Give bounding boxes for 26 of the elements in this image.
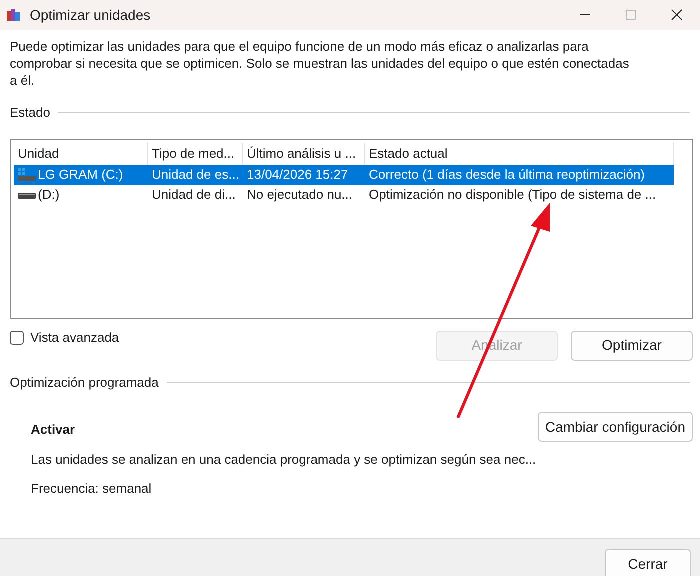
section-label: Estado [10,104,50,122]
drive-row[interactable]: LG GRAM (C:) Unidad de es... 13/04/2026 15:27 Correcto (1 días desde la última reoptimización) [14,164,674,184]
cell-text: Correcto (1 días desde la última reoptimización) [369,166,646,184]
action-button[interactable]: Optimizar [571,330,693,360]
setting-heading: Activar [31,421,76,439]
cell-text: No ejecutado nu... [247,186,353,204]
close-dialog-button[interactable]: Cerrar [605,549,691,576]
frequency-text: Frecuencia: semanal [31,480,153,498]
drive-row[interactable]: (D:) Unidad de di... No ejecutado nu... Optimización no disponible (Tipo de sistema de ... [14,184,674,204]
drive-icon [18,168,36,182]
checkbox[interactable] [10,330,24,344]
window-title: Optimizar unidades [30,6,151,25]
description-text: Puede optimizar las unidades para que el equipo funcione de un modo más eficaz o analizarlas para comprobar si necesita que se optimicen. Solo se muestran las unidades del equipo o que estén conectadas a él. [9,38,630,89]
cell-text: 13/04/2026 15:27 [247,166,348,184]
change-settings-button[interactable]: Cambiar configuración [538,412,693,442]
close-icon [671,9,683,21]
checkbox-label: Vista avanzada [30,328,120,347]
app-icon [6,7,22,23]
section-label: Optimización programada [10,374,159,392]
cell-text: Unidad de es... [152,166,240,184]
cell-text: Optimización no disponible (Tipo de sistema de ... [369,186,656,204]
cell-text: (D:) [38,186,60,204]
cell-text: LG GRAM (C:) [38,166,124,184]
schedule-description: Las unidades se analizan en una cadencia programada y se optimizan según sea nec... [31,450,536,469]
cell-text: Unidad de di... [152,186,236,204]
maximize-icon [625,9,637,21]
